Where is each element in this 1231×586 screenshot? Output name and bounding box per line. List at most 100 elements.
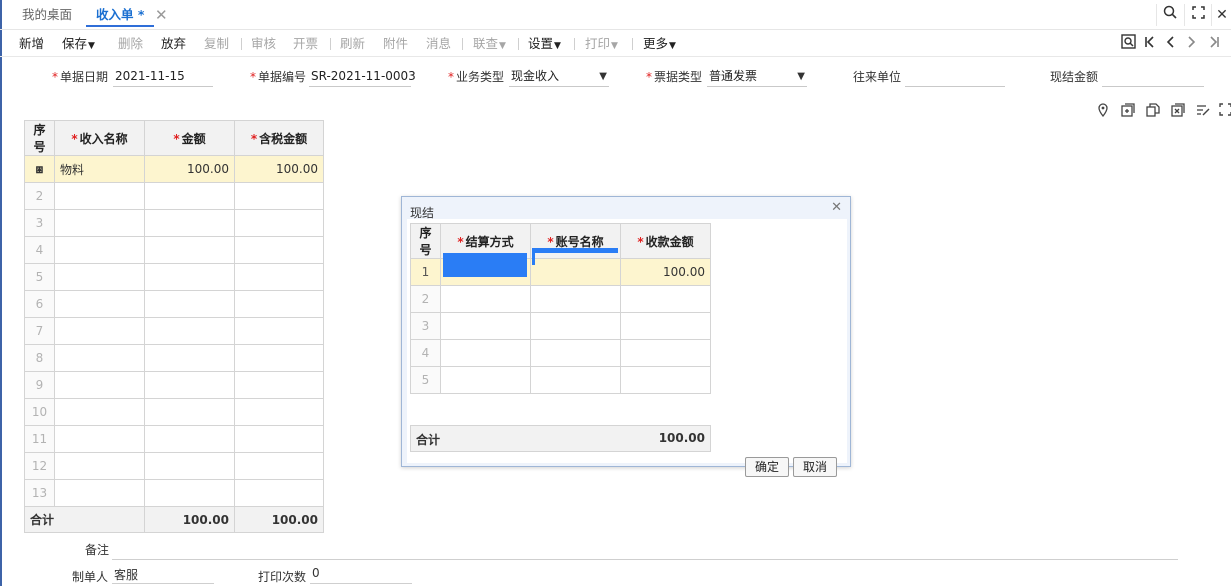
cell-amount[interactable] xyxy=(144,182,235,210)
location-icon[interactable] xyxy=(1095,103,1111,119)
cell-name[interactable]: 物料 xyxy=(54,155,145,183)
table-row[interactable]: 10 xyxy=(24,398,324,426)
cell-tax-amount[interactable] xyxy=(234,317,324,345)
cell-received-amount[interactable] xyxy=(620,339,711,367)
cell-tax-amount[interactable] xyxy=(234,290,324,318)
cell-account-name[interactable] xyxy=(530,339,621,367)
row-handle-icon[interactable]: ⧆ xyxy=(24,155,55,183)
discard-button[interactable]: 放弃 xyxy=(161,34,186,54)
cell-name[interactable] xyxy=(54,182,145,210)
invoice-button[interactable]: 开票 xyxy=(293,34,318,54)
close-window-icon[interactable]: ✕ xyxy=(1212,5,1231,25)
cell-amount[interactable]: 100.00 xyxy=(144,155,235,183)
cell-amount[interactable] xyxy=(144,479,235,507)
cell-received-amount[interactable] xyxy=(620,312,711,340)
table-row[interactable]: 9 xyxy=(24,371,324,399)
attachment-button[interactable]: 附件 xyxy=(383,34,408,54)
ok-button[interactable]: 确定 xyxy=(745,457,789,477)
cell-amount[interactable] xyxy=(144,371,235,399)
cell-name[interactable] xyxy=(54,371,145,399)
table-row[interactable]: 8 xyxy=(24,344,324,372)
message-button[interactable]: 消息 xyxy=(426,34,451,54)
cell-tax-amount[interactable] xyxy=(234,236,324,264)
cell-tax-amount[interactable] xyxy=(234,398,324,426)
cell-name[interactable] xyxy=(54,344,145,372)
table-row[interactable]: 13 xyxy=(24,479,324,507)
cell-settlement-method[interactable] xyxy=(440,366,531,394)
cell-name[interactable] xyxy=(54,236,145,264)
audit-button[interactable]: 审核 xyxy=(251,34,276,54)
add-row-icon[interactable] xyxy=(1120,103,1136,119)
date-field[interactable]: 2021-11-15 xyxy=(113,68,213,87)
cell-tax-amount[interactable] xyxy=(234,263,324,291)
save-button[interactable]: 保存▼ xyxy=(62,34,95,54)
dialog-close-icon[interactable]: ✕ xyxy=(831,200,842,215)
cell-account-name[interactable] xyxy=(530,285,621,313)
cell-name[interactable] xyxy=(54,263,145,291)
biz-type-select[interactable]: 现金收入 ▼ xyxy=(509,68,609,87)
tab-my-desktop[interactable]: 我的桌面 xyxy=(22,5,72,27)
cell-amount[interactable] xyxy=(144,425,235,453)
remark-field[interactable] xyxy=(112,559,1178,560)
add-button[interactable]: 新增 xyxy=(19,34,44,54)
table-row[interactable]: 6 xyxy=(24,290,324,318)
cell-name[interactable] xyxy=(54,398,145,426)
first-record-icon[interactable] xyxy=(1140,34,1160,54)
tab-close-icon[interactable]: ✕ xyxy=(155,5,168,25)
cell-amount[interactable] xyxy=(144,263,235,291)
table-row[interactable]: 11 xyxy=(24,425,324,453)
cell-tax-amount[interactable] xyxy=(234,452,324,480)
cell-amount[interactable] xyxy=(144,398,235,426)
cancel-button[interactable]: 取消 xyxy=(793,457,837,477)
cell-account-name[interactable] xyxy=(530,312,621,340)
table-row[interactable]: 3 xyxy=(24,209,324,237)
table-row[interactable]: 3 xyxy=(410,312,711,340)
cell-settlement-method[interactable] xyxy=(440,312,531,340)
cell-name[interactable] xyxy=(54,479,145,507)
cell-name[interactable] xyxy=(54,317,145,345)
edit-list-icon[interactable] xyxy=(1195,103,1211,119)
cell-amount[interactable] xyxy=(144,236,235,264)
cash-amount-field[interactable] xyxy=(1102,68,1204,87)
table-row[interactable]: 12 xyxy=(24,452,324,480)
table-row[interactable]: 2 xyxy=(410,285,711,313)
cell-amount[interactable] xyxy=(144,290,235,318)
cell-amount[interactable] xyxy=(144,317,235,345)
cell-name[interactable] xyxy=(54,209,145,237)
cell-tax-amount[interactable] xyxy=(234,182,324,210)
cell-name[interactable] xyxy=(54,425,145,453)
last-record-icon[interactable] xyxy=(1204,34,1224,54)
table-row[interactable]: 5 xyxy=(410,366,711,394)
number-field[interactable]: SR-2021-11-0003 xyxy=(309,68,416,87)
table-row[interactable]: 4 xyxy=(410,339,711,367)
cell-account-name[interactable] xyxy=(530,258,621,286)
search-icon[interactable] xyxy=(1160,5,1180,25)
tab-income-document[interactable]: 收入单 * xyxy=(86,5,155,27)
table-row[interactable]: 2 xyxy=(24,182,324,210)
cell-settlement-method[interactable] xyxy=(440,339,531,367)
table-row[interactable]: 5 xyxy=(24,263,324,291)
partner-field[interactable] xyxy=(905,68,1005,87)
next-record-icon[interactable] xyxy=(1182,34,1202,54)
cell-name[interactable] xyxy=(54,290,145,318)
cell-received-amount[interactable]: 100.00 xyxy=(620,258,711,286)
previous-record-icon[interactable] xyxy=(1160,34,1180,54)
cell-account-name[interactable] xyxy=(530,366,621,394)
zoom-search-icon[interactable] xyxy=(1118,34,1138,54)
cell-tax-amount[interactable] xyxy=(234,425,324,453)
cell-received-amount[interactable] xyxy=(620,285,711,313)
cell-tax-amount[interactable] xyxy=(234,371,324,399)
cell-amount[interactable] xyxy=(144,344,235,372)
cell-received-amount[interactable] xyxy=(620,366,711,394)
invoice-type-select[interactable]: 普通发票 ▼ xyxy=(707,68,807,87)
cell-tax-amount[interactable] xyxy=(234,479,324,507)
table-row[interactable]: 4 xyxy=(24,236,324,264)
delete-button[interactable]: 删除 xyxy=(118,34,143,54)
more-button[interactable]: 更多▼ xyxy=(643,34,676,54)
cell-settlement-method[interactable] xyxy=(440,285,531,313)
expand-grid-icon[interactable] xyxy=(1217,103,1231,119)
cell-name[interactable] xyxy=(54,452,145,480)
cell-tax-amount[interactable]: 100.00 xyxy=(234,155,324,183)
cell-amount[interactable] xyxy=(144,209,235,237)
delete-row-icon[interactable] xyxy=(1170,103,1186,119)
